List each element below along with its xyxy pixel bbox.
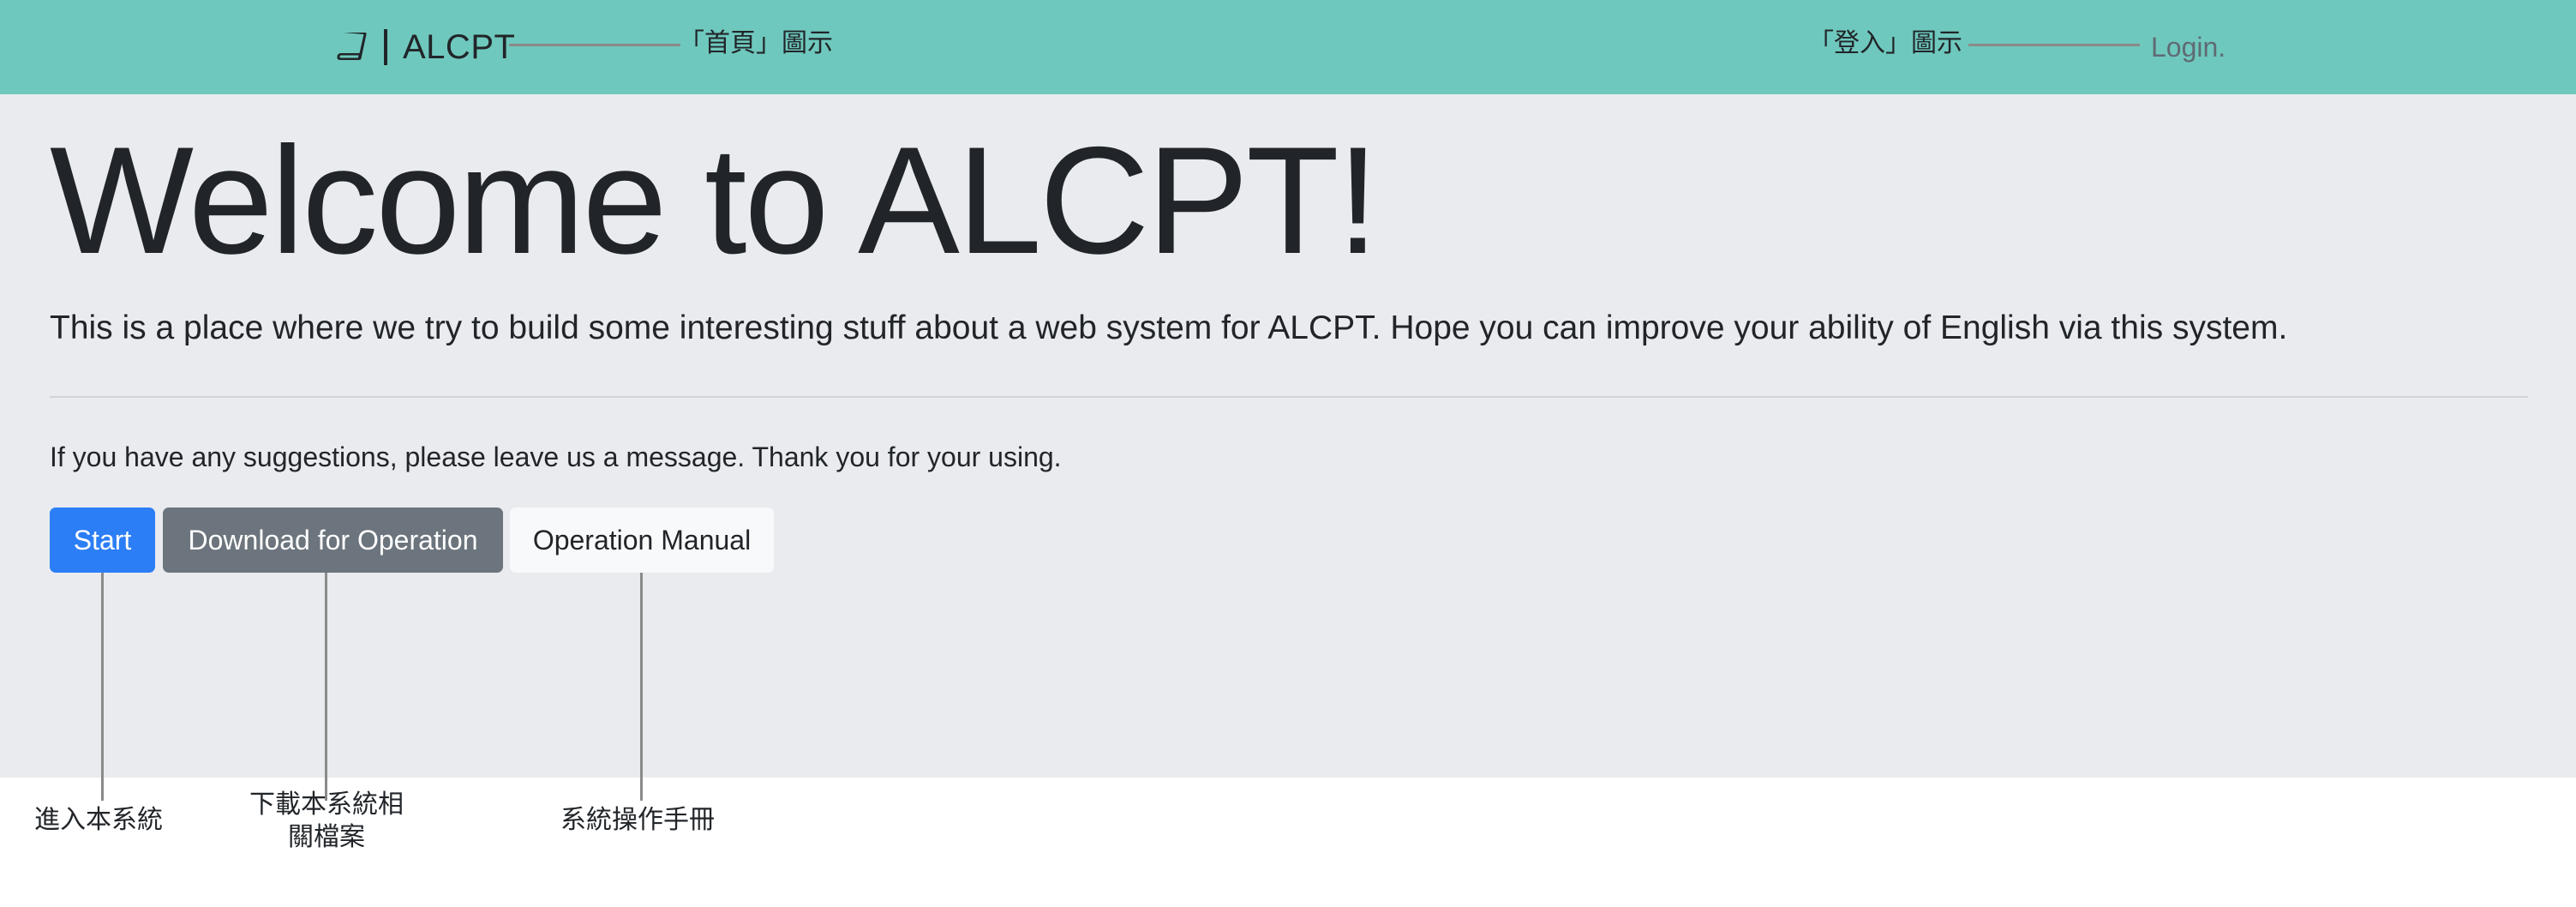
home-icon-annotation: 「首頁」圖示 [679,28,833,58]
navbar: ALCPT Login. [0,0,2576,94]
manual-annotation-line [640,573,643,801]
download-annotation-line [325,573,327,801]
login-icon-annotation: 「登入」圖示 [1808,28,1962,58]
lead-text: This is a place where we try to build so… [50,309,2288,346]
operation-manual-button[interactable]: Operation Manual [510,508,774,573]
login-link[interactable]: Login. [2151,22,2226,72]
brand-divider [384,29,387,65]
start-button[interactable]: Start [50,508,155,573]
start-annotation-line [101,573,104,801]
brand-text: ALCPT [403,27,516,66]
suggestion-text: If you have any suggestions, please leav… [50,441,1062,472]
download-for-operation-button[interactable]: Download for Operation [163,508,503,573]
manual-annotation: 系統操作手冊 [560,805,715,835]
brand-home-link[interactable]: ALCPT [334,22,515,72]
download-annotation: 下載本系統相 關檔案 [231,789,422,854]
book-icon [337,33,367,60]
page-title: Welcome to ALCPT! [50,115,1379,285]
login-annotation-line [1968,44,2140,46]
download-annotation-line2: 關檔案 [288,822,365,852]
home-annotation-line [509,44,680,46]
start-annotation: 進入本系統 [34,805,163,835]
download-annotation-line1: 下載本系統相 [249,790,404,820]
divider-line [50,396,2528,398]
